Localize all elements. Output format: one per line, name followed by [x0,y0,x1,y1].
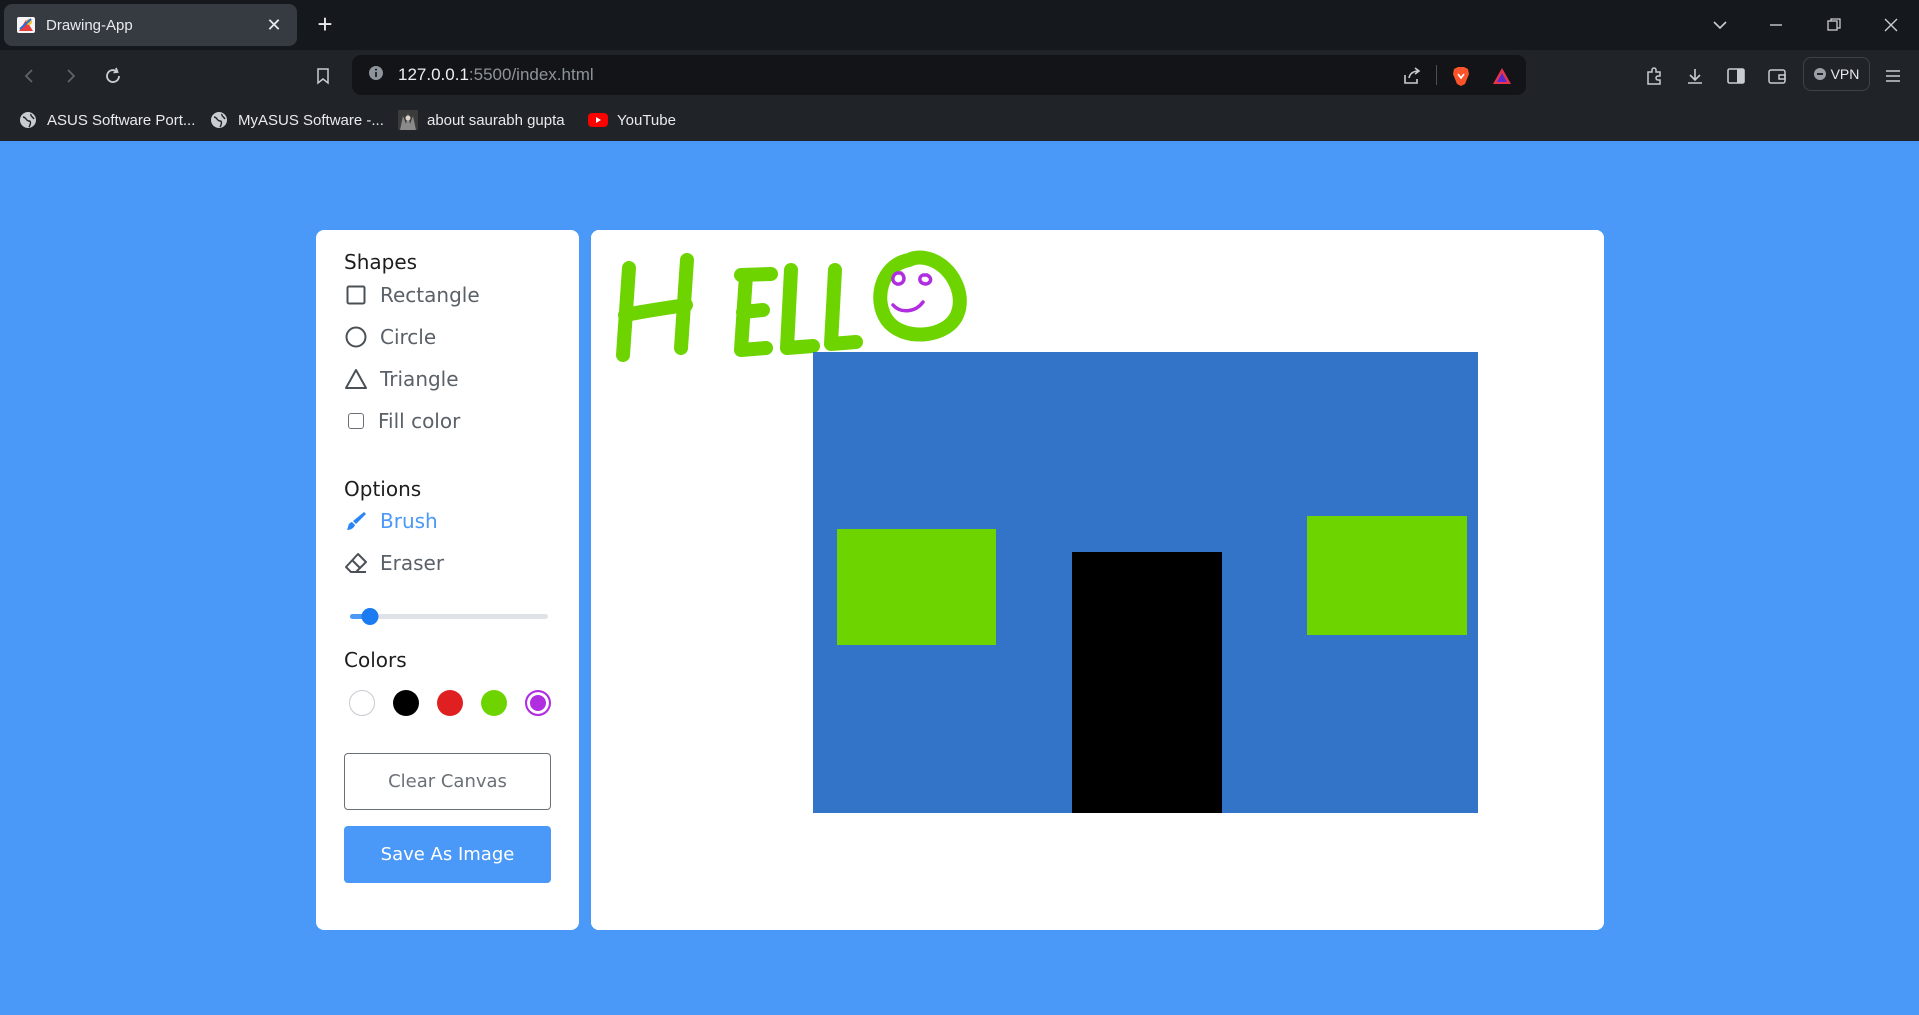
bookmarks-bar: ASUS Software Port... MyASUS Software -.… [0,100,1919,141]
wallet-icon[interactable] [1765,64,1789,88]
bookmark-label: ASUS Software Port... [47,111,196,129]
close-window-icon[interactable] [1873,8,1909,42]
brush-size-slider[interactable] [350,608,548,625]
address-bar[interactable]: 127.0.0.1:5500/index.html [352,55,1526,95]
bookmark-label: MyASUS Software -... [238,111,384,129]
tool-eraser[interactable]: Eraser [344,548,444,578]
profile-image-icon [398,110,418,130]
tool-triangle[interactable]: Triangle [344,364,459,394]
browser-tab[interactable]: Drawing-App ✕ [4,4,297,46]
color-swatch-green[interactable] [481,690,507,716]
fill-color-label: Fill color [378,409,461,433]
circle-icon [344,325,368,349]
youtube-icon [588,110,608,130]
site-info-icon[interactable] [368,65,384,86]
download-icon[interactable] [1683,64,1707,88]
back-icon[interactable] [14,61,44,91]
tool-label: Brush [380,509,438,533]
sidebar-icon[interactable] [1724,64,1748,88]
options-title: Options [344,477,422,501]
restore-icon[interactable] [1816,8,1852,42]
brush-size-slider-thumb[interactable] [361,608,379,625]
menu-icon[interactable] [1881,64,1905,88]
tools-panel: Shapes Rectangle Circle Triangle Fill co… [316,230,579,930]
fill-color-option[interactable]: Fill color [344,406,460,436]
color-swatch-white[interactable] [349,690,375,716]
new-tab-icon[interactable]: + [311,11,339,39]
bookmark-item-asus-software-portal[interactable]: ASUS Software Port... [18,109,195,131]
right-window-rectangle [1307,516,1467,635]
door-rectangle [1072,552,1222,813]
tab-title: Drawing-App [46,16,133,34]
tool-circle[interactable]: Circle [344,322,436,352]
tool-label: Eraser [380,551,445,575]
tool-rectangle[interactable]: Rectangle [344,280,480,310]
minimize-icon[interactable] [1758,8,1794,42]
color-swatch-red[interactable] [437,690,463,716]
browser-toolbar: 127.0.0.1:5500/index.html VPN [0,50,1919,100]
left-window-rectangle [837,529,996,645]
fill-color-checkbox[interactable] [348,413,364,429]
url-text: 127.0.0.1:5500/index.html [398,65,594,84]
rectangle-icon [344,283,368,307]
brave-shields-icon[interactable] [1449,64,1473,88]
reload-icon[interactable] [98,61,128,91]
browser-tabstrip: Drawing-App ✕ + [0,0,1919,50]
drawing-canvas[interactable] [591,230,1604,930]
share-icon[interactable] [1400,64,1424,88]
tool-label: Triangle [380,367,459,391]
vpn-status-icon [1813,68,1826,80]
tool-brush[interactable]: Brush [344,506,438,536]
bookmark-label: YouTube [617,111,676,129]
brush-icon [344,509,368,533]
globe-icon [209,110,229,130]
save-as-image-button[interactable]: Save As Image [344,826,551,883]
tool-label: Circle [380,325,437,349]
globe-icon [18,110,38,130]
brave-rewards-icon[interactable] [1490,64,1514,88]
url-divider [1436,65,1437,85]
bookmark-item-myasus-software[interactable]: MyASUS Software -... [209,109,384,131]
vpn-label: VPN [1830,66,1860,82]
tab-search-chevron-icon[interactable] [1702,8,1738,42]
canvas-drawing[interactable] [591,230,1604,930]
color-swatch-black[interactable] [393,690,419,716]
bookmark-icon[interactable] [308,61,338,91]
bookmark-item-about-saurabh-gupta[interactable]: about saurabh gupta [398,109,565,131]
bookmark-item-youtube[interactable]: YouTube [588,109,676,131]
shapes-title: Shapes [344,250,418,274]
forward-icon[interactable] [56,61,86,91]
colors-title: Colors [344,648,407,672]
triangle-icon [344,367,368,391]
tool-label: Rectangle [380,283,480,307]
tab-close-icon[interactable]: ✕ [263,14,285,36]
extensions-icon[interactable] [1642,64,1666,88]
bookmark-label: about saurabh gupta [427,111,565,129]
clear-canvas-button[interactable]: Clear Canvas [344,753,551,810]
color-swatch-purple[interactable] [525,690,551,716]
drawing-app-favicon-icon [16,15,36,35]
eraser-icon [344,551,368,575]
vpn-button[interactable]: VPN [1803,57,1870,91]
